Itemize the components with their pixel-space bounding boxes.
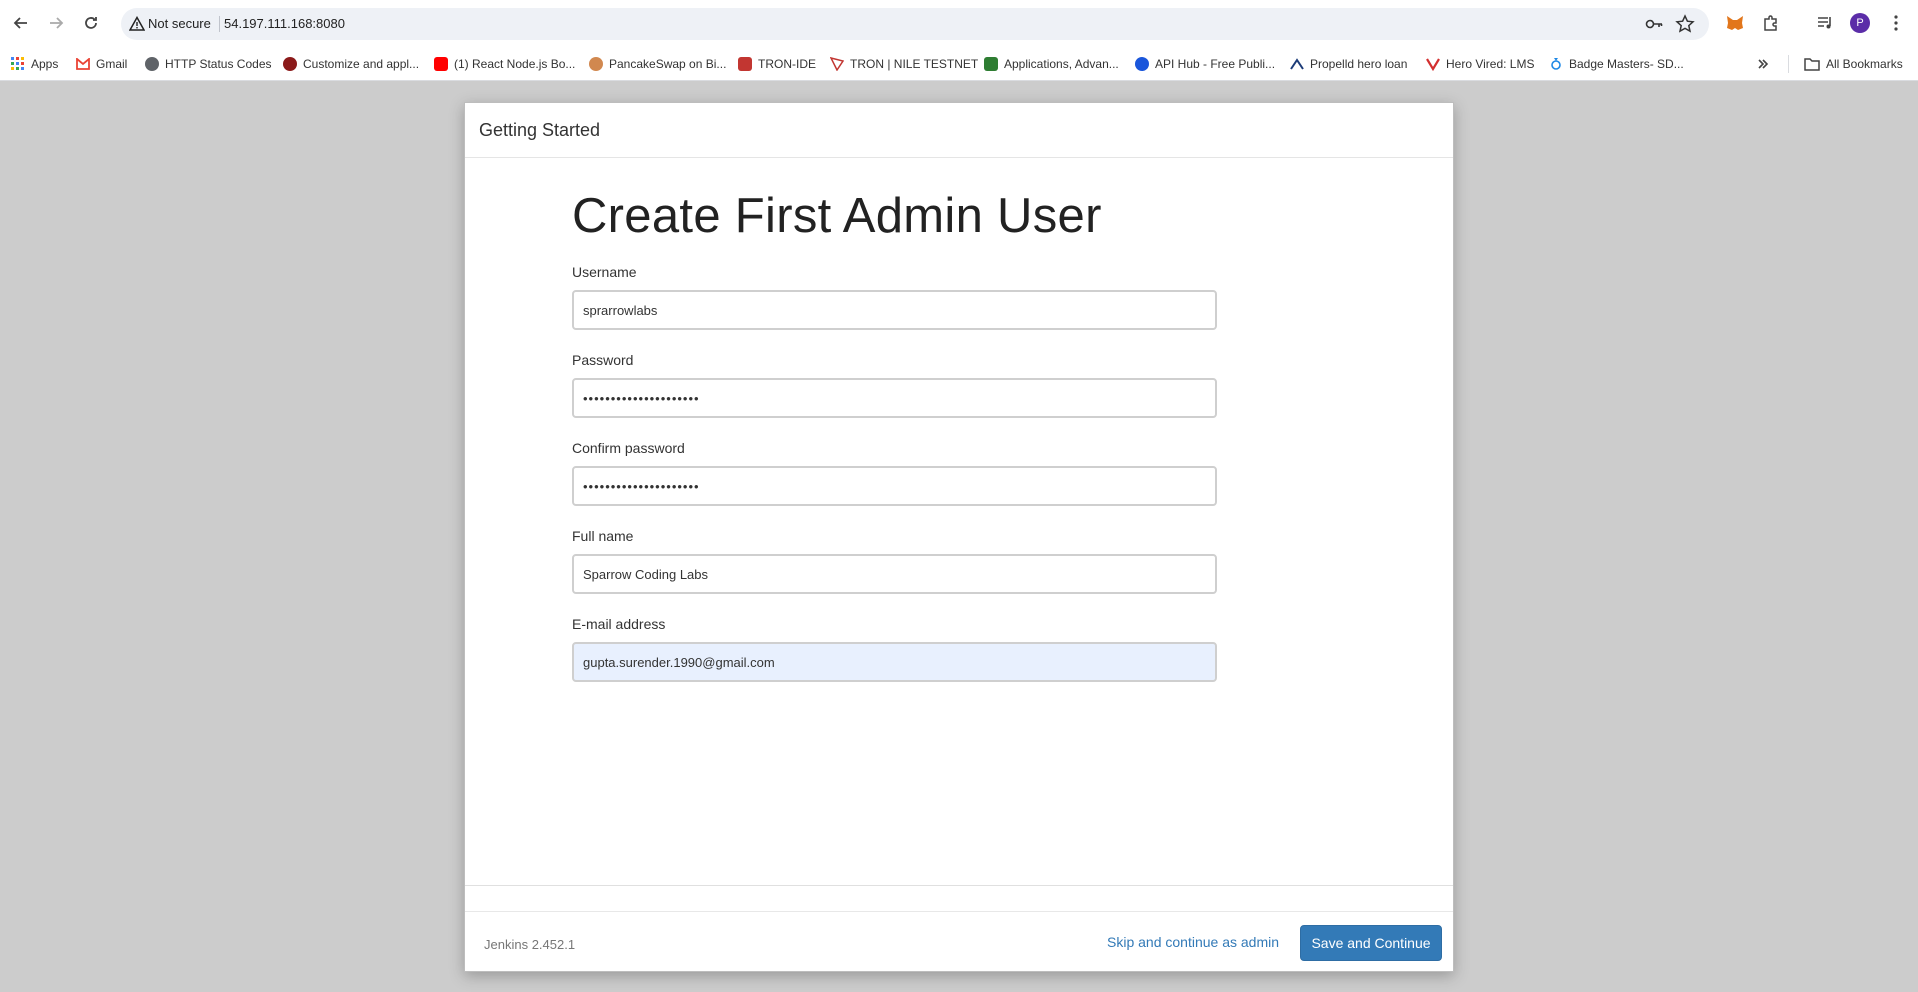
- username-label: Username: [572, 264, 637, 280]
- bookmarks-bar: Apps Gmail HTTP Status Codes Customize a…: [0, 46, 1918, 81]
- dialog-title: Getting Started: [479, 119, 601, 140]
- bookmark-badge-masters[interactable]: Badge Masters- SD...: [1549, 54, 1684, 74]
- confirm-password-label: Confirm password: [572, 440, 685, 456]
- gmail-icon: [76, 58, 90, 70]
- bookmarks-divider: [1788, 55, 1789, 73]
- page-title: Create First Admin User: [572, 189, 1102, 243]
- bookmark-label: TRON | NILE TESTNET: [850, 57, 979, 71]
- bookmark-gmail[interactable]: Gmail: [76, 54, 127, 74]
- address-bar[interactable]: Not secure 54.197.111.168:8080: [121, 8, 1709, 40]
- admin-user-form: Create First Admin User Username Passwor…: [572, 188, 1217, 704]
- bookmark-pancakeswap[interactable]: PancakeSwap on Bi...: [589, 54, 726, 74]
- bookmark-label: HTTP Status Codes: [165, 57, 272, 71]
- full-name-input[interactable]: [572, 554, 1217, 594]
- bookmark-label: (1) React Node.js Bo...: [454, 57, 576, 71]
- bookmark-label: Gmail: [96, 57, 128, 71]
- bookmark-label: Customize and appl...: [303, 57, 420, 71]
- bookmark-applications[interactable]: Applications, Advan...: [984, 54, 1119, 74]
- all-bookmarks-label: All Bookmarks: [1826, 57, 1903, 71]
- extensions-puzzle-icon[interactable]: [1760, 12, 1782, 34]
- bookmark-youtube[interactable]: (1) React Node.js Bo...: [434, 54, 575, 74]
- tron-ide-icon: [738, 57, 752, 71]
- email-label: E-mail address: [572, 616, 666, 632]
- username-input[interactable]: [572, 290, 1217, 330]
- bookmark-customize[interactable]: Customize and appl...: [283, 54, 419, 74]
- bookmark-tron-nile[interactable]: TRON | NILE TESTNET: [830, 54, 978, 74]
- url-text[interactable]: 54.197.111.168:8080: [224, 16, 345, 31]
- dialog-header: Getting Started: [465, 103, 1453, 158]
- browser-toolbar: Not secure 54.197.111.168:8080 P: [0, 0, 1918, 46]
- confirm-password-input[interactable]: [572, 466, 1217, 506]
- bookmark-label: TRON-IDE: [758, 57, 816, 71]
- bookmark-hero-vired[interactable]: Hero Vired: LMS: [1426, 54, 1534, 74]
- bookmark-propelld[interactable]: Propelld hero loan: [1290, 54, 1407, 74]
- all-bookmarks[interactable]: All Bookmarks: [1804, 54, 1903, 74]
- bookmarks-overflow-icon[interactable]: [1757, 54, 1769, 74]
- hero-vired-icon: [1426, 58, 1440, 71]
- bookmark-http-status-codes[interactable]: HTTP Status Codes: [145, 54, 272, 74]
- save-and-continue-button[interactable]: Save and Continue: [1300, 925, 1442, 961]
- bookmark-api-hub[interactable]: API Hub - Free Publi...: [1135, 54, 1275, 74]
- site-favicon-icon: [283, 57, 297, 71]
- password-input[interactable]: [572, 378, 1217, 418]
- footer-divider: [465, 885, 1453, 886]
- skip-continue-as-admin-link[interactable]: Skip and continue as admin: [1107, 934, 1279, 950]
- bookmark-label: PancakeSwap on Bi...: [609, 57, 727, 71]
- bookmark-tron-ide[interactable]: TRON-IDE: [738, 54, 816, 74]
- forward-arrow-icon[interactable]: [44, 11, 68, 35]
- pancakeswap-icon: [589, 57, 603, 71]
- bookmark-star-icon[interactable]: [1675, 14, 1695, 34]
- password-key-icon[interactable]: [1645, 16, 1663, 32]
- bookmark-label: API Hub - Free Publi...: [1155, 57, 1276, 71]
- more-menu-icon[interactable]: [1885, 12, 1907, 34]
- jenkins-version: Jenkins 2.452.1: [484, 937, 576, 952]
- tron-logo-icon: [830, 57, 844, 71]
- footer-divider: [465, 911, 1453, 912]
- profile-avatar[interactable]: P: [1850, 13, 1870, 33]
- setup-wizard-dialog: Getting Started Create First Admin User …: [464, 102, 1454, 972]
- bookmark-label: Badge Masters- SD...: [1569, 57, 1684, 71]
- omnibox-divider: [219, 16, 220, 32]
- media-controls-icon[interactable]: [1814, 12, 1836, 34]
- reload-icon[interactable]: [79, 11, 103, 35]
- youtube-icon: [434, 57, 448, 71]
- security-status[interactable]: Not secure: [148, 16, 211, 31]
- full-name-label: Full name: [572, 528, 634, 544]
- email-input[interactable]: [572, 642, 1217, 682]
- warning-triangle-icon: [129, 16, 145, 31]
- bookmark-label: Hero Vired: LMS: [1446, 57, 1535, 71]
- propelld-icon: [1290, 58, 1304, 70]
- api-hub-icon: [1135, 57, 1149, 71]
- globe-icon: [145, 57, 159, 71]
- folder-icon: [1804, 58, 1820, 71]
- apps-grid-icon: [11, 57, 24, 70]
- metamask-fox-icon[interactable]: [1724, 12, 1746, 34]
- bookmark-label: Apps: [31, 57, 59, 71]
- bookmark-apps[interactable]: Apps: [11, 54, 58, 74]
- bookmark-label: Applications, Advan...: [1004, 57, 1119, 71]
- bookmark-label: Propelld hero loan: [1310, 57, 1408, 71]
- back-arrow-icon[interactable]: [9, 11, 33, 35]
- site-favicon-icon: [984, 57, 998, 71]
- badge-icon: [1551, 58, 1561, 70]
- password-label: Password: [572, 352, 634, 368]
